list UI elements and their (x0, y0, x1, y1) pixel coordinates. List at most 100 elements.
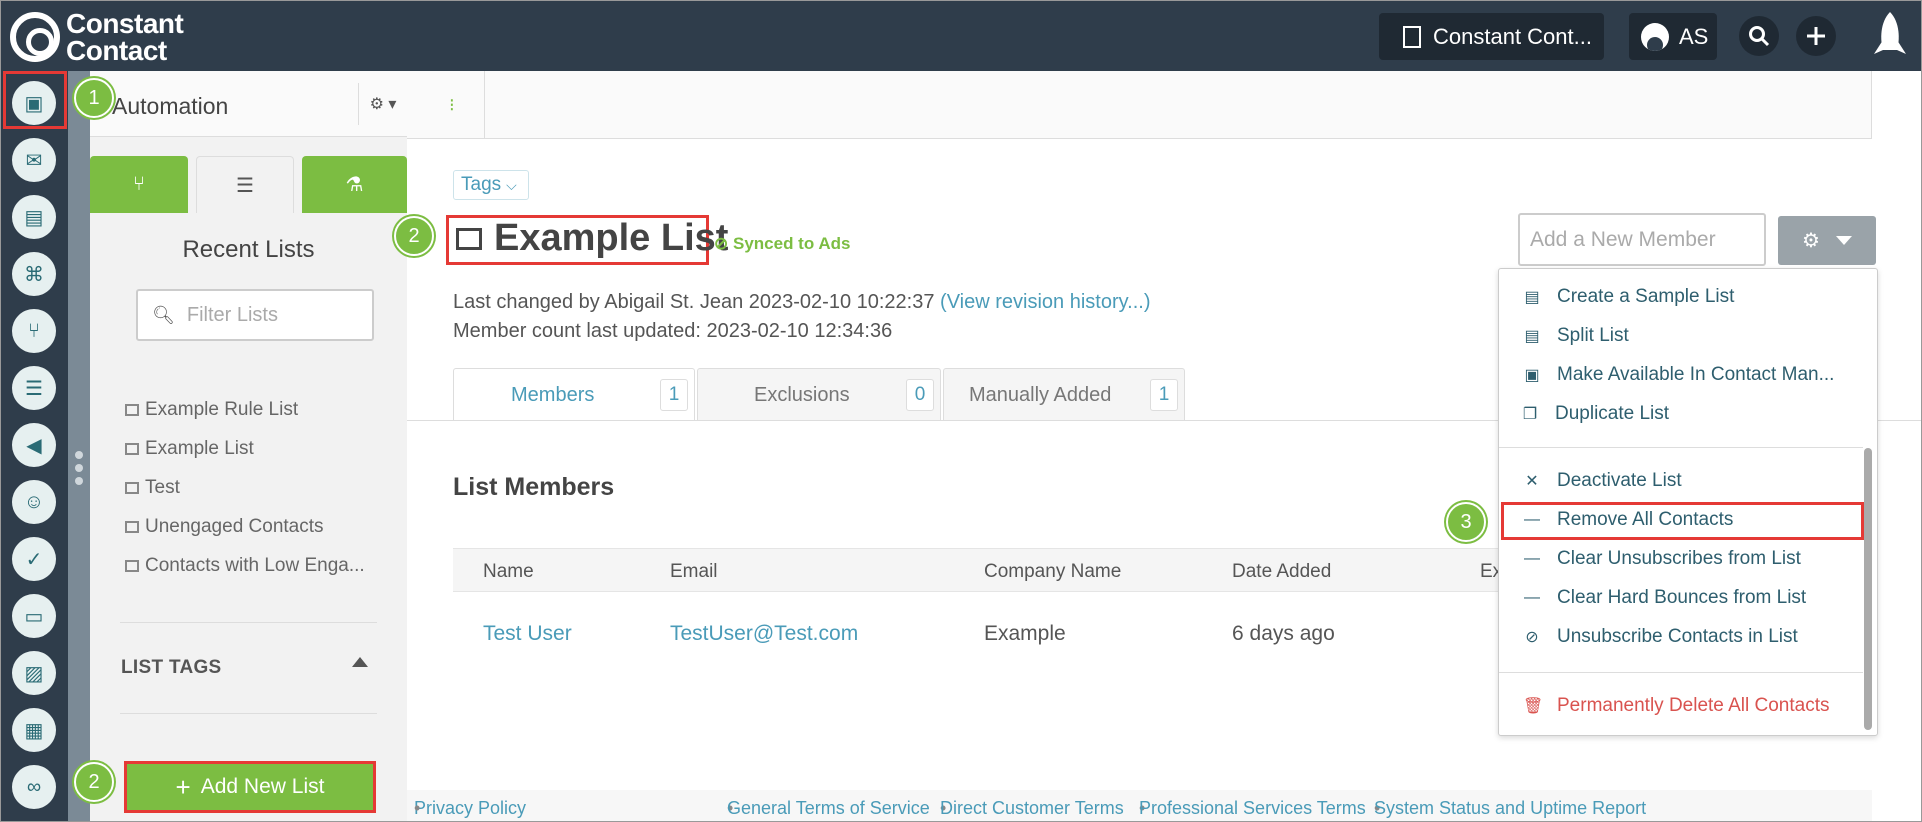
lists-sidebar: Automation ⚙ ▾ ⑂ ☰ ⚗ Recent Lists 🔍︎ Fil… (90, 71, 407, 822)
add-member-placeholder: Add a New Member (1530, 227, 1716, 251)
tab-lists[interactable]: ☰ (196, 156, 294, 213)
ban-icon: ⊘ (1525, 629, 1539, 646)
panel-resize-handle[interactable] (68, 71, 90, 822)
divider (120, 622, 377, 623)
account-switcher-button[interactable]: Constant Cont... (1379, 13, 1604, 60)
list-item[interactable]: Unengaged Contacts (125, 507, 395, 546)
search-button[interactable] (1739, 16, 1779, 56)
filter-lists-input[interactable]: 🔍︎ Filter Lists (136, 289, 374, 341)
user-menu-button[interactable]: AS (1629, 13, 1717, 60)
menu-scrollbar[interactable] (1864, 448, 1872, 730)
menu-divider (1499, 447, 1863, 448)
sidebar-header: Automation ⚙ ▾ (90, 71, 407, 137)
tab-count-badge: 1 (1150, 379, 1178, 411)
logo-mark-icon (10, 12, 60, 62)
plus-icon: + (175, 771, 191, 802)
tags-dropdown-button[interactable]: Tags ⌵ (453, 170, 529, 200)
list-actions-button[interactable]: ⚙ (1778, 216, 1876, 265)
step-callout: 1 (74, 78, 114, 118)
list-members-heading: List Members (453, 473, 615, 501)
list-item[interactable]: Contacts with Low Enga... (125, 546, 395, 585)
constant-contact-logo[interactable]: Constant Contact (10, 10, 184, 66)
caret-down-icon (1835, 236, 1852, 245)
synced-check-icon: ⊘ (714, 234, 729, 253)
list-icon (125, 481, 139, 494)
chat-icon[interactable]: ☺ (12, 480, 56, 524)
divider (120, 713, 377, 714)
collapse-handle-icon[interactable]: ⁝ (449, 95, 455, 116)
megaphone-icon[interactable]: ◀ (12, 423, 56, 467)
column-header-email[interactable]: Email (670, 561, 718, 583)
remove-all-highlight-box (1501, 502, 1864, 540)
column-header-name[interactable]: Name (483, 561, 534, 583)
list-title-text: Example List (494, 217, 729, 259)
thumbs-up-icon[interactable]: ✓ (12, 537, 56, 581)
menu-item-unsubscribe-contacts[interactable]: ⊘ Unsubscribe Contacts in List (1523, 622, 1797, 652)
menu-item-deactivate-list[interactable]: ✕ Deactivate List (1523, 466, 1681, 496)
filter-placeholder: Filter Lists (186, 303, 278, 326)
menu-item-clear-unsubscribes[interactable]: — Clear Unsubscribes from List (1523, 544, 1801, 574)
column-header-company[interactable]: Company Name (984, 561, 1121, 583)
copy-icon: ❐ (1522, 406, 1538, 423)
user-initials: AS (1679, 23, 1709, 49)
tab-experiments[interactable]: ⚗ (302, 156, 407, 213)
list-item[interactable]: Example List (125, 429, 395, 468)
clipboard-icon[interactable]: ▤ (12, 195, 56, 239)
menu-item-permanently-delete[interactable]: 🗑︎ Permanently Delete All Contacts (1523, 691, 1829, 721)
list-icon (125, 520, 139, 533)
collapse-caret-icon[interactable] (352, 657, 368, 667)
menu-item-split-list[interactable]: ▤ Split List (1523, 321, 1628, 351)
last-changed-info: Last changed by Abigail St. Jean 2023-02… (453, 291, 1151, 313)
handshake-icon[interactable]: ∞ (12, 765, 56, 809)
create-button[interactable] (1796, 16, 1836, 56)
add-member-input[interactable]: Add a New Member (1518, 213, 1766, 266)
column-header-date-added[interactable]: Date Added (1232, 561, 1331, 583)
list-item[interactable]: Example Rule List (125, 390, 395, 429)
logo-line-2: Contact (66, 35, 167, 66)
search-icon: 🔍︎ (152, 304, 175, 325)
tab-members[interactable]: Members 1 (453, 368, 695, 421)
tab-manually-added[interactable]: Manually Added 1 (943, 368, 1185, 421)
rail-highlight-box (3, 71, 67, 129)
menu-item-duplicate-list[interactable]: ❐ Duplicate List (1521, 399, 1669, 429)
email-icon[interactable]: ✉ (12, 138, 56, 182)
menu-item-create-sample-list[interactable]: ▤ Create a Sample List (1523, 282, 1734, 312)
recent-lists: Example Rule List Example List Test Unen… (125, 390, 395, 585)
add-new-list-button[interactable]: + Add New List (124, 761, 376, 813)
step-callout: 2 (394, 216, 434, 256)
member-email-link[interactable]: TestUser@Test.com (670, 622, 858, 646)
workflow-icon[interactable]: ⑂ (12, 309, 56, 353)
image-icon[interactable]: ▨ (12, 651, 56, 695)
divider (484, 71, 485, 139)
close-icon: ✕ (1525, 473, 1539, 490)
list-icon[interactable]: ☰ (12, 366, 56, 410)
page-footer: Privacy Policy • • General Terms of Serv… (407, 790, 1872, 822)
minus-icon: — (1524, 550, 1540, 567)
add-new-list-label: Add New List (200, 775, 325, 798)
main-header-strip: ⁝ (407, 71, 1872, 139)
map-icon[interactable]: ⌘ (12, 252, 56, 296)
tab-workflows[interactable]: ⑂ (90, 156, 188, 213)
list-item[interactable]: Test (125, 468, 395, 507)
step-callout: 3 (1446, 502, 1486, 542)
chevron-down-icon: ▾ (388, 96, 397, 113)
account-label: Constant Cont... (1433, 23, 1592, 49)
sidebar-title: Automation (112, 93, 229, 119)
revision-history-link[interactable]: (View revision history...) (940, 291, 1150, 313)
rocket-button[interactable] (1860, 6, 1920, 66)
list-icon: ☰ (236, 174, 254, 197)
list-icon (125, 403, 139, 416)
tags-label: Tags (461, 174, 502, 195)
tv-icon[interactable]: ▭ (12, 594, 56, 638)
sidebar-settings-button[interactable]: ⚙ ▾ (358, 83, 407, 125)
contact-card-icon: ▣ (1524, 367, 1540, 384)
list-tags-heading: LIST TAGS (121, 657, 222, 678)
menu-item-make-available[interactable]: ▣ Make Available In Contact Man... (1523, 360, 1834, 390)
tab-count-badge: 0 (906, 379, 934, 411)
member-count-info: Member count last updated: 2023-02-10 12… (453, 320, 893, 342)
member-name-link[interactable]: Test User (483, 622, 572, 646)
workflow-icon: ⑂ (133, 173, 145, 195)
calendar-icon[interactable]: ▦ (12, 708, 56, 752)
tab-exclusions[interactable]: Exclusions 0 (697, 368, 941, 421)
menu-item-clear-hard-bounces[interactable]: — Clear Hard Bounces from List (1523, 583, 1806, 613)
